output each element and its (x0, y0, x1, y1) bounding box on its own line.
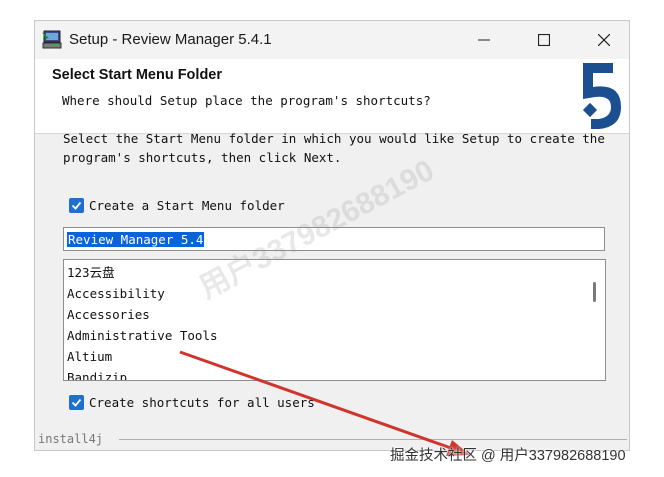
window-title: Setup - Review Manager 5.4.1 (69, 31, 272, 48)
page-subtitle: Where should Setup place the program's s… (62, 93, 431, 108)
folder-name-value: Review Manager 5.4 (67, 232, 205, 247)
description-line-2: program's shortcuts, then click Next. (63, 150, 342, 165)
list-item[interactable]: Administrative Tools (67, 325, 218, 346)
list-item[interactable]: Bandizip (67, 367, 218, 380)
minimize-button[interactable] (455, 21, 513, 59)
folder-list-items: 123云盘 Accessibility Accessories Administ… (67, 262, 218, 380)
list-item[interactable]: Altium (67, 346, 218, 367)
all-users-checkbox-row[interactable]: Create shortcuts for all users (69, 395, 315, 410)
install4j-brand: install4j (38, 432, 104, 446)
maximize-button[interactable] (515, 21, 573, 59)
create-folder-checkbox[interactable] (69, 198, 84, 213)
list-item[interactable]: 123云盘 (67, 262, 218, 283)
list-item[interactable]: Accessories (67, 304, 218, 325)
create-folder-checkbox-row[interactable]: Create a Start Menu folder (69, 198, 285, 213)
list-scrollbar[interactable] (593, 282, 596, 302)
maximize-icon (538, 34, 550, 46)
close-icon (598, 34, 610, 46)
folder-name-input[interactable]: Review Manager 5.4 (63, 227, 605, 251)
create-folder-label: Create a Start Menu folder (89, 198, 285, 213)
title-bar[interactable]: Setup - Review Manager 5.4.1 (35, 21, 629, 59)
folder-list[interactable]: 123云盘 Accessibility Accessories Administ… (63, 259, 606, 381)
review-manager-logo (575, 61, 625, 131)
footer-divider (119, 439, 627, 440)
all-users-checkbox[interactable] (69, 395, 84, 410)
list-item[interactable]: Accessibility (67, 283, 218, 304)
all-users-label: Create shortcuts for all users (89, 395, 315, 410)
description-line-1: Select the Start Menu folder in which yo… (63, 131, 605, 146)
wizard-header: Select Start Menu Folder Where should Se… (35, 59, 629, 134)
minimize-icon (478, 34, 490, 46)
bottom-watermark: 掘金技术社区 @ 用户337982688190 (390, 448, 626, 464)
setup-app-icon (41, 29, 63, 51)
close-button[interactable] (575, 21, 633, 59)
setup-window: Setup - Review Manager 5.4.1 Select Star… (34, 20, 630, 451)
page-title: Select Start Menu Folder (52, 67, 223, 83)
description: Select the Start Menu folder in which yo… (63, 129, 623, 167)
